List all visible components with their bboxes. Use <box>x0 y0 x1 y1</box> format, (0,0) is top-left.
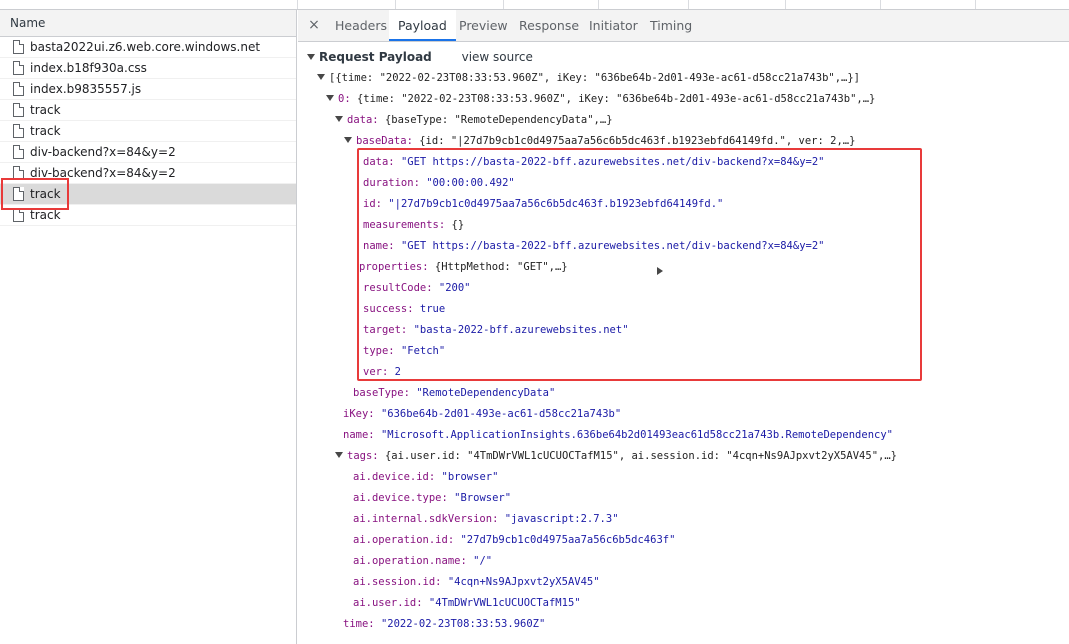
tab-payload[interactable]: Payload <box>389 10 456 41</box>
collapse-triangle-icon[interactable] <box>344 137 352 143</box>
request-name: index.b18f930a.css <box>30 61 147 75</box>
tree-node-data[interactable]: data: {baseType: "RemoteDependencyData",… <box>335 110 613 130</box>
tree-value: "4TmDWrVWL1cUCUOCTafM15" <box>428 597 581 609</box>
tag-operation-id[interactable]: ai.operation.id: "27d7b9cb1c0d4975aa7a56… <box>353 530 675 550</box>
field-time[interactable]: time: "2022-02-23T08:33:53.960Z" <box>343 614 545 634</box>
tree-key: ai.operation.id: <box>353 534 455 546</box>
payload-tree: Request Payload view source [{time: "202… <box>298 42 1069 644</box>
tree-key: ai.device.type: <box>353 492 448 504</box>
tree-value: "Browser" <box>454 492 512 504</box>
tree-summary: {ai.user.id: "4TmDWrVWL1cUCUOCTafM15", a… <box>384 450 897 462</box>
tree-key: iKey: <box>343 408 375 420</box>
tree-value: "browser" <box>441 471 499 483</box>
request-name: index.b9835557.js <box>30 82 142 96</box>
tree-summary: {time: "2022-02-23T08:33:53.960Z", iKey:… <box>356 93 876 105</box>
tree-key: name: <box>343 429 375 441</box>
document-icon <box>13 61 24 75</box>
tree-key: ai.internal.sdkVersion: <box>353 513 499 525</box>
waterfall-strip <box>0 0 1069 10</box>
request-name: track <box>30 124 61 138</box>
request-name: track <box>30 208 61 222</box>
tree-value: "Microsoft.ApplicationInsights.636be64b2… <box>380 429 893 441</box>
collapse-triangle-icon[interactable] <box>307 54 315 60</box>
field-name-root[interactable]: name: "Microsoft.ApplicationInsights.636… <box>343 425 893 445</box>
document-icon <box>13 40 24 54</box>
tree-node-item0[interactable]: 0: {time: "2022-02-23T08:33:53.960Z", iK… <box>326 89 875 109</box>
tree-key: data: <box>347 114 379 126</box>
tree-key: time: <box>343 618 375 630</box>
request-row[interactable]: track <box>0 121 296 142</box>
request-name: track <box>30 103 61 117</box>
request-row[interactable]: track <box>0 100 296 121</box>
tree-value: "636be64b-2d01-493e-ac61-d58cc21a743b" <box>380 408 622 420</box>
section-title: Request Payload <box>319 50 432 64</box>
request-row[interactable]: basta2022ui.z6.web.core.windows.net <box>0 37 296 58</box>
request-name: div-backend?x=84&y=2 <box>30 145 176 159</box>
request-details-panel: × Headers Payload Preview Response Initi… <box>298 10 1069 644</box>
close-icon[interactable]: × <box>306 16 322 34</box>
tag-user-id[interactable]: ai.user.id: "4TmDWrVWL1cUCUOCTafM15" <box>353 593 581 613</box>
tree-key: baseType: <box>353 387 410 399</box>
tree-summary: {baseType: "RemoteDependencyData",…} <box>384 114 613 126</box>
document-icon <box>13 208 24 222</box>
request-row[interactable]: div-backend?x=84&y=2 <box>0 142 296 163</box>
tag-device-type[interactable]: ai.device.type: "Browser" <box>353 488 511 508</box>
tree-value: "javascript:2.7.3" <box>504 513 619 525</box>
collapse-triangle-icon[interactable] <box>317 74 325 80</box>
request-row[interactable]: index.b18f930a.css <box>0 58 296 79</box>
tree-value: "4cqn+Ns9AJpxvt2yX5AV45" <box>447 576 600 588</box>
tree-value: "27d7b9cb1c0d4975aa7a56c6b5dc463f" <box>460 534 676 546</box>
tree-value: "2022-02-23T08:33:53.960Z" <box>380 618 546 630</box>
request-list: Name basta2022ui.z6.web.core.windows.net… <box>0 10 297 644</box>
collapse-triangle-icon[interactable] <box>335 116 343 122</box>
tree-value: "RemoteDependencyData" <box>416 387 556 399</box>
tag-operation-name[interactable]: ai.operation.name: "/" <box>353 551 492 571</box>
tag-session-id[interactable]: ai.session.id: "4cqn+Ns9AJpxvt2yX5AV45" <box>353 572 600 592</box>
tab-response[interactable]: Response <box>519 10 579 41</box>
field-ikey[interactable]: iKey: "636be64b-2d01-493e-ac61-d58cc21a7… <box>343 404 621 424</box>
collapse-triangle-icon[interactable] <box>335 452 343 458</box>
tree-key: ai.session.id: <box>353 576 442 588</box>
payload-section-header[interactable]: Request Payload view source <box>307 47 533 67</box>
tree-summary: {id: "|27d7b9cb1c0d4975aa7a56c6b5dc463f.… <box>419 135 856 147</box>
tree-node-root[interactable]: [{time: "2022-02-23T08:33:53.960Z", iKey… <box>317 68 860 88</box>
tree-value: "/" <box>473 555 493 567</box>
request-name: basta2022ui.z6.web.core.windows.net <box>30 40 261 54</box>
details-tabbar: × Headers Payload Preview Response Initi… <box>298 10 1069 42</box>
tree-key: ai.user.id: <box>353 597 423 609</box>
tree-key: 0: <box>338 93 351 105</box>
document-icon <box>13 103 24 117</box>
field-basetype[interactable]: baseType: "RemoteDependencyData" <box>353 383 555 403</box>
document-icon <box>13 82 24 96</box>
tab-headers[interactable]: Headers <box>335 10 387 41</box>
tree-node-tags[interactable]: tags: {ai.user.id: "4TmDWrVWL1cUCUOCTafM… <box>335 446 897 466</box>
tab-initiator[interactable]: Initiator <box>589 10 638 41</box>
document-icon <box>13 145 24 159</box>
view-source-link[interactable]: view source <box>462 50 533 64</box>
basedata-highlight-box <box>357 148 922 381</box>
tree-key: tags: <box>347 450 379 462</box>
tab-preview[interactable]: Preview <box>459 10 508 41</box>
collapse-triangle-icon[interactable] <box>326 95 334 101</box>
tree-key: baseData: <box>356 135 413 147</box>
tag-sdk-version[interactable]: ai.internal.sdkVersion: "javascript:2.7.… <box>353 509 619 529</box>
root-summary: [{time: "2022-02-23T08:33:53.960Z", iKey… <box>329 72 861 84</box>
tag-device-id[interactable]: ai.device.id: "browser" <box>353 467 498 487</box>
document-icon <box>13 124 24 138</box>
name-column-header[interactable]: Name <box>0 10 296 37</box>
tree-key: ai.device.id: <box>353 471 436 483</box>
request-row[interactable]: index.b9835557.js <box>0 79 296 100</box>
tab-timing[interactable]: Timing <box>650 10 692 41</box>
tree-key: ai.operation.name: <box>353 555 467 567</box>
selected-request-highlight <box>1 178 69 210</box>
